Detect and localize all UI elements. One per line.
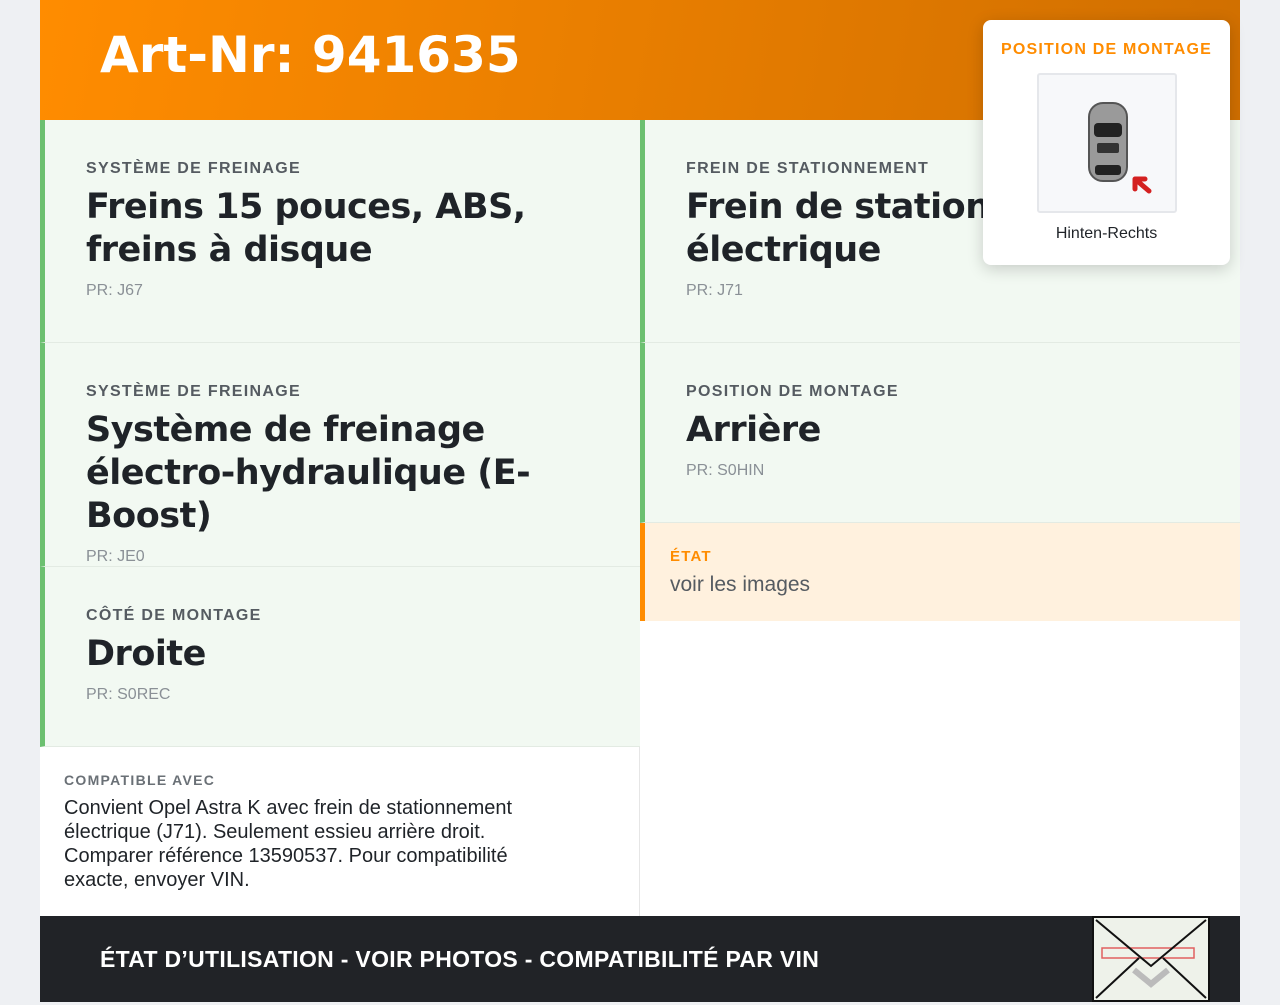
car-position-image: [1036, 73, 1177, 213]
spec-cell-mounting-position: Position de montage Arrière PR: S0HIN: [640, 343, 1240, 523]
article-number: Art-Nr: 941635: [100, 26, 521, 84]
compatibility-text: Convient Opel Astra K avec frein de stat…: [64, 797, 513, 891]
spec-label: Système de freinage: [86, 160, 301, 177]
spec-cell-braking-system: Système de freinage Freins 15 pouces, AB…: [40, 120, 640, 343]
spec-value: Freins 15 pouces, ABS, freins à disque: [86, 187, 526, 270]
spec-value: Arrière: [686, 410, 821, 450]
spec-cell-mounting-side: Côté de montage Droite PR: S0REC: [40, 567, 640, 747]
spec-label: Position de montage: [686, 383, 899, 400]
compatibility-label: COMPATIBLE AVEC: [64, 772, 216, 788]
spec-pr: PR: J67: [86, 282, 143, 299]
condition-label: ÉTAT: [670, 548, 712, 565]
spec-value: Système de freinage électro-hydraulique …: [86, 410, 531, 536]
envelope-icon: [1095, 919, 1207, 999]
spec-pr: PR: J71: [686, 282, 743, 299]
spec-pr: PR: S0REC: [86, 686, 171, 703]
compatibility-section: COMPATIBLE AVEC Convient Opel Astra K av…: [40, 747, 640, 916]
spec-label: Système de freinage: [86, 383, 301, 400]
spec-value: Droite: [86, 634, 206, 674]
popup-label: POSITION DE MONTAGE: [1001, 41, 1212, 58]
mounting-position-popup: POSITION DE MONTAGE Hinten-Rechts: [983, 20, 1230, 265]
spec-cell-braking-system-2: Système de freinage Système de freinage …: [40, 343, 640, 567]
position-name: Hinten-Rechts: [1055, 225, 1158, 242]
condition-value: voir les images: [670, 573, 811, 596]
spec-pr: PR: JE0: [86, 548, 145, 565]
spec-label: Côté de montage: [86, 607, 262, 624]
footer-banner: ÉTAT D’UTILISATION - VOIR PHOTOS - COMPA…: [40, 916, 1240, 1002]
condition-box: ÉTAT voir les images: [640, 523, 1240, 621]
car-top-view-icon: [1087, 102, 1151, 194]
footer-text: ÉTAT D’UTILISATION - VOIR PHOTOS - COMPA…: [100, 946, 820, 972]
vin-envelope-image: [1092, 916, 1210, 1002]
spec-pr: PR: S0HIN: [686, 462, 765, 479]
